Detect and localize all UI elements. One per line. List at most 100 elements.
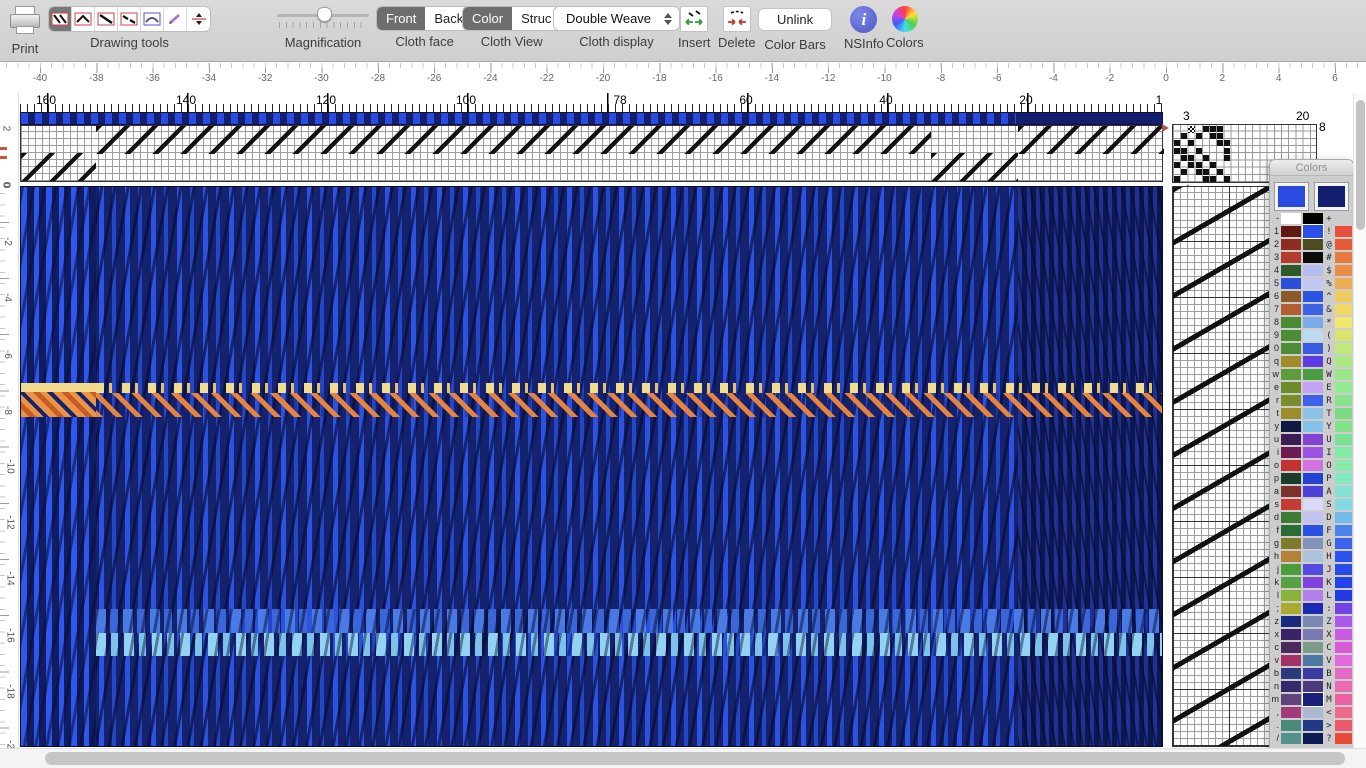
insert-button[interactable]	[680, 6, 709, 32]
delete-button[interactable]	[722, 6, 751, 32]
palette-swatch-2[interactable]	[1303, 551, 1323, 562]
palette-swatch-1[interactable]	[1281, 525, 1301, 536]
palette-swatch-2[interactable]	[1303, 343, 1323, 354]
palette-swatch-3[interactable]	[1335, 707, 1352, 718]
palette-swatch-3[interactable]	[1335, 590, 1352, 601]
palette-swatch-2[interactable]	[1303, 434, 1323, 445]
palette-swatch-1[interactable]	[1281, 226, 1301, 237]
palette-swatch-1[interactable]	[1281, 603, 1301, 614]
palette-swatch-1[interactable]	[1281, 291, 1301, 302]
palette-swatch-3[interactable]	[1335, 629, 1352, 640]
palette-swatch-3[interactable]	[1335, 668, 1352, 679]
palette-swatch-3[interactable]	[1335, 473, 1352, 484]
cloth-display-dropdown[interactable]: Double Weave	[553, 6, 681, 31]
palette-swatch-1[interactable]	[1281, 239, 1301, 250]
palette-swatch-1[interactable]	[1281, 213, 1301, 224]
horizontal-scrollbar[interactable]	[0, 748, 1366, 768]
palette-swatch-2[interactable]	[1303, 525, 1323, 536]
palette-swatch-2[interactable]	[1303, 317, 1323, 328]
palette-swatch-2[interactable]	[1303, 512, 1323, 523]
palette-swatch-1[interactable]	[1281, 252, 1301, 263]
palette-swatch-1[interactable]	[1281, 447, 1301, 458]
palette-swatch-3[interactable]	[1335, 616, 1352, 627]
palette-swatch-3[interactable]	[1335, 512, 1352, 523]
palette-swatch-3[interactable]	[1335, 538, 1352, 549]
palette-swatch-1[interactable]	[1281, 681, 1301, 692]
palette-swatch-3[interactable]	[1335, 395, 1352, 406]
palette-swatch-2[interactable]	[1303, 395, 1323, 406]
palette-swatch-1[interactable]	[1281, 486, 1301, 497]
palette-swatch-2[interactable]	[1303, 213, 1323, 224]
warp-color-bar[interactable]	[20, 112, 1163, 125]
palette-swatch-3[interactable]	[1335, 317, 1352, 328]
palette-swatch-2[interactable]	[1303, 681, 1323, 692]
nsinfo-button[interactable]: i	[850, 6, 878, 33]
tool-shift-vertical-button[interactable]	[187, 7, 210, 31]
palette-swatch-1[interactable]	[1281, 577, 1301, 588]
palette-swatch-3[interactable]	[1335, 304, 1352, 315]
palette-swatch-3[interactable]	[1335, 694, 1352, 705]
palette-swatch-3[interactable]	[1335, 655, 1352, 666]
palette-swatch-2[interactable]	[1303, 356, 1323, 367]
palette-swatch-1[interactable]	[1281, 538, 1301, 549]
palette-swatch-2[interactable]	[1303, 616, 1323, 627]
palette-swatch-3[interactable]	[1335, 577, 1352, 588]
palette-swatch-2[interactable]	[1303, 720, 1323, 731]
palette-swatch-3[interactable]	[1335, 642, 1352, 653]
palette-swatch-1[interactable]	[1281, 473, 1301, 484]
palette-swatch-1[interactable]	[1281, 382, 1301, 393]
palette-swatch-3[interactable]	[1335, 564, 1352, 575]
palette-swatch-3[interactable]	[1335, 720, 1352, 731]
palette-swatch-1[interactable]	[1281, 343, 1301, 354]
palette-swatch-3[interactable]	[1335, 551, 1352, 562]
palette-swatch-1[interactable]	[1281, 330, 1301, 341]
palette-swatch-2[interactable]	[1303, 603, 1323, 614]
palette-swatch-1[interactable]	[1281, 590, 1301, 601]
palette-swatch-2[interactable]	[1303, 642, 1323, 653]
palette-swatch-3[interactable]	[1335, 330, 1352, 341]
palette-swatch-3[interactable]	[1335, 434, 1352, 445]
palette-swatch-2[interactable]	[1303, 382, 1323, 393]
palette-swatch-2[interactable]	[1303, 460, 1323, 471]
tool-line-draw-button[interactable]	[95, 7, 118, 31]
color-wheel-icon[interactable]	[891, 6, 918, 32]
palette-swatch-2[interactable]	[1303, 225, 1323, 238]
palette-swatch-2[interactable]	[1303, 693, 1323, 706]
palette-swatch-1[interactable]	[1281, 720, 1301, 731]
tool-freehand-pencil-button[interactable]	[164, 7, 187, 31]
palette-swatch-1[interactable]	[1281, 265, 1301, 276]
palette-swatch-2[interactable]	[1303, 239, 1323, 250]
cloth-view-color-option[interactable]: Color	[463, 7, 513, 30]
vertical-scrollbar-thumb[interactable]	[1356, 100, 1365, 230]
palette-swatch-1[interactable]	[1281, 694, 1301, 705]
palette-swatch-2[interactable]	[1303, 707, 1323, 718]
palette-swatch-2[interactable]	[1303, 486, 1323, 497]
palette-swatch-1[interactable]	[1281, 707, 1301, 718]
palette-swatch-3[interactable]	[1335, 525, 1352, 536]
palette-swatch-2[interactable]	[1303, 499, 1323, 510]
palette-swatch-1[interactable]	[1281, 395, 1301, 406]
palette-swatch-2[interactable]	[1303, 369, 1323, 380]
palette-swatch-1[interactable]	[1281, 512, 1301, 523]
palette-swatch-3[interactable]	[1335, 239, 1352, 250]
palette-swatch-2[interactable]	[1303, 278, 1323, 289]
selected-weft-color-well[interactable]	[1314, 182, 1349, 211]
palette-swatch-3[interactable]	[1335, 226, 1352, 237]
palette-swatch-3[interactable]	[1335, 291, 1352, 302]
palette-swatch-2[interactable]	[1303, 538, 1323, 549]
palette-swatch-3[interactable]	[1335, 603, 1352, 614]
palette-swatch-2[interactable]	[1303, 252, 1323, 263]
palette-swatch-2[interactable]	[1303, 265, 1323, 276]
vertical-scrollbar[interactable]	[1353, 93, 1366, 748]
palette-swatch-2[interactable]	[1303, 590, 1323, 601]
palette-swatch-1[interactable]	[1281, 551, 1301, 562]
palette-swatch-3[interactable]	[1335, 278, 1352, 289]
tool-point-draw-button[interactable]	[72, 7, 95, 31]
slider-knob[interactable]	[317, 7, 332, 22]
palette-swatch-1[interactable]	[1281, 408, 1301, 419]
palette-swatch-3[interactable]	[1335, 252, 1352, 263]
palette-swatch-1[interactable]	[1281, 616, 1301, 627]
palette-swatch-1[interactable]	[1281, 668, 1301, 679]
palette-swatch-2[interactable]	[1303, 291, 1323, 302]
palette-swatch-1[interactable]	[1281, 629, 1301, 640]
